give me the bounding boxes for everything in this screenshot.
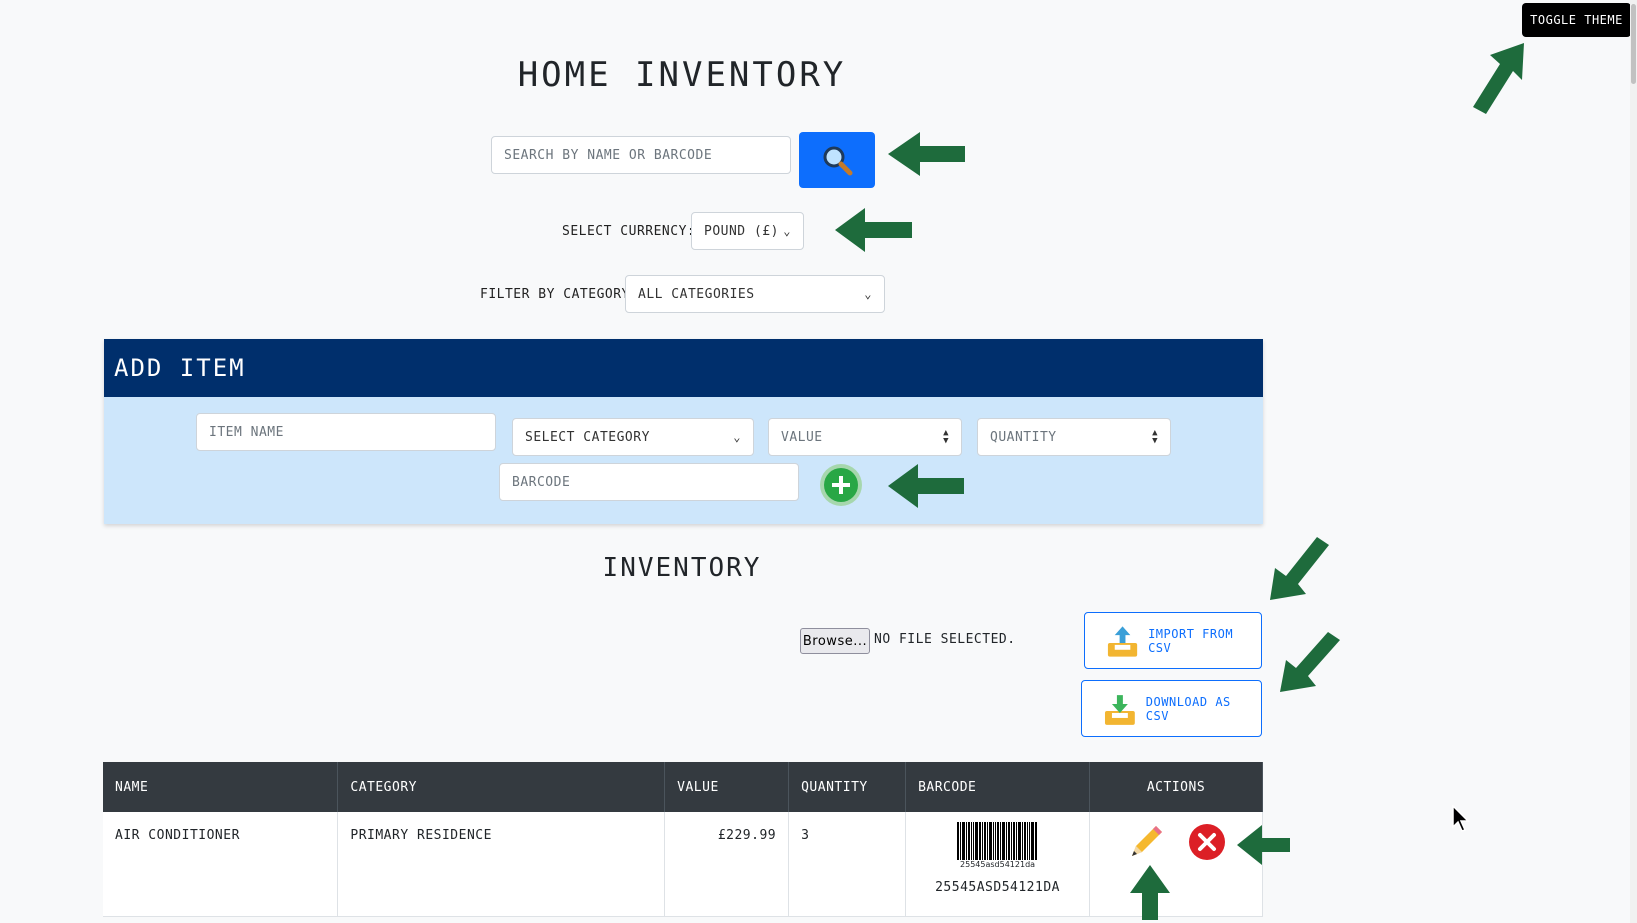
import-csv-button[interactable]: IMPORT FROM CSV [1084,612,1262,669]
barcode-image: 25545asd54121da [950,822,1045,874]
arrow-left-icon [835,208,912,252]
browse-button[interactable]: Browse... [800,628,870,654]
column-header[interactable]: QUANTITY [788,762,907,812]
cell-actions [1089,812,1263,917]
barcode-placeholder: BARCODE [512,474,571,490]
import-csv-label: IMPORT FROM CSV [1148,626,1234,655]
add-item-panel: ADD ITEM ITEM NAME SELECT CATEGORY ⌄ VAL… [104,339,1263,524]
table-header-row: NAME CATEGORY VALUE QUANTITY BARCODE ACT… [103,762,1263,812]
category-filter-label: FILTER BY CATEGORY: [480,287,639,302]
upload-tray-icon [1107,625,1138,657]
inventory-heading: INVENTORY [602,553,762,583]
inventory-table: NAME CATEGORY VALUE QUANTITY BARCODE ACT… [103,762,1263,917]
cell-value: £229.99 [664,812,790,917]
search-button[interactable] [799,132,875,188]
add-item-button[interactable] [815,463,867,507]
category-filter-selected: ALL CATEGORIES [638,286,755,302]
value-placeholder: VALUE [781,429,823,445]
cell-quantity: 3 [788,812,907,917]
item-name-input[interactable]: ITEM NAME [196,413,496,451]
download-csv-label: DOWNLOAD AS CSV [1145,694,1231,723]
search-input[interactable]: SEARCH BY NAME OR BARCODE [491,136,791,174]
toggle-theme-button[interactable]: TOGGLE THEME [1522,3,1631,37]
item-name-placeholder: ITEM NAME [209,424,284,440]
cell-name: AIR CONDITIONER [103,812,339,917]
barcode-text: 25545ASD54121DA [935,880,1060,895]
barcode-image-text: 25545asd54121da [960,860,1036,869]
edit-pencil-icon[interactable] [1126,822,1166,862]
barcode-input[interactable]: BARCODE [499,463,799,501]
table-row: AIR CONDITIONER PRIMARY RESIDENCE £229.9… [103,812,1263,917]
category-filter-select[interactable]: ALL CATEGORIES ⌄ [625,275,885,313]
mouse-cursor-icon [1452,805,1470,832]
delete-icon[interactable] [1188,823,1226,861]
arrow-up-right-icon [1473,43,1524,114]
download-csv-button[interactable]: DOWNLOAD AS CSV [1081,680,1262,737]
column-header[interactable]: ACTIONS [1089,762,1263,812]
spinner-icon[interactable]: ▲ ▼ [1152,429,1158,446]
currency-label: SELECT CURRENCY: [562,224,696,239]
search-icon [823,146,853,176]
column-header[interactable]: CATEGORY [337,762,666,812]
currency-selected: POUND (£) [704,223,779,239]
arrow-left-icon [888,132,965,176]
value-input[interactable]: VALUE ▲ ▼ [768,418,962,456]
barcode-bars [957,822,1038,860]
column-header[interactable]: VALUE [664,762,790,812]
cell-barcode: 25545asd54121da 25545ASD54121DA [905,812,1091,917]
add-item-heading: ADD ITEM [104,339,1263,397]
quantity-placeholder: QUANTITY [990,429,1057,445]
quantity-input[interactable]: QUANTITY ▲ ▼ [977,418,1171,456]
cell-category: PRIMARY RESIDENCE [337,812,666,917]
scrollbar-thumb[interactable] [1631,4,1636,84]
column-header[interactable]: BARCODE [905,762,1091,812]
currency-select[interactable]: POUND (£) ⌄ [691,212,804,250]
page-title: HOME INVENTORY [517,55,847,95]
download-tray-icon [1104,694,1135,725]
column-header[interactable]: NAME [103,762,339,812]
arrow-down-left-icon [1280,632,1340,692]
chevron-down-icon: ⌄ [783,224,791,238]
search-placeholder: SEARCH BY NAME OR BARCODE [504,147,713,163]
chevron-down-icon: ⌄ [733,430,741,444]
scrollbar[interactable] [1630,0,1637,923]
file-status: NO FILE SELECTED. [874,632,1016,647]
category-select[interactable]: SELECT CATEGORY ⌄ [512,418,754,456]
chevron-down-icon: ⌄ [864,287,872,301]
spinner-icon[interactable]: ▲ ▼ [943,429,949,446]
category-select-value: SELECT CATEGORY [525,429,650,445]
